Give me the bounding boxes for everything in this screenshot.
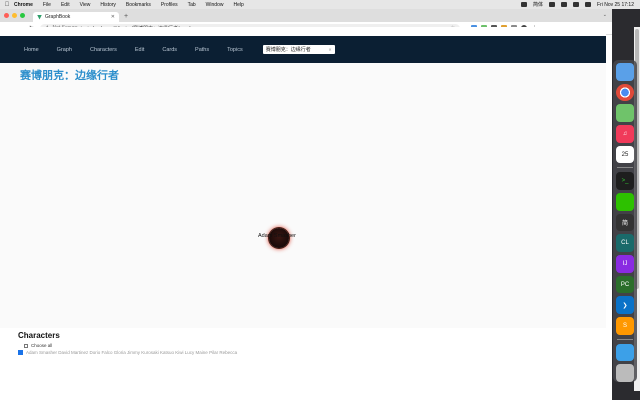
topic-search-select[interactable]: 赛博朋克：边缘行者 ✕ [262, 45, 335, 54]
control-center-icon[interactable] [585, 2, 592, 7]
menu-help[interactable]: Help [233, 2, 243, 8]
sublime-icon[interactable]: S [616, 317, 634, 335]
tab-search-chevron-icon[interactable]: ⌄ [603, 12, 607, 18]
topic-search-value: 赛博朋克：边缘行者 [265, 47, 311, 53]
calendar-icon[interactable]: 25 [616, 145, 634, 164]
wifi-icon[interactable] [561, 2, 568, 7]
trash-icon[interactable] [616, 364, 634, 383]
choose-all-label[interactable]: Choose all [31, 343, 52, 348]
finder-icon[interactable] [616, 63, 634, 81]
chrome-icon[interactable] [616, 83, 634, 102]
terminal-icon[interactable]: >_ [616, 172, 634, 191]
clion-icon[interactable]: CL [616, 234, 634, 253]
graph-canvas[interactable]: Adam Smasher [0, 80, 606, 324]
tab-close-icon[interactable]: ✕ [111, 14, 115, 20]
tray-icon-1[interactable] [549, 2, 556, 7]
macos-menu-bar:  Chrome File Edit View History Bookmark… [0, 0, 640, 9]
character-checkbox[interactable] [18, 350, 23, 355]
dock-separator [617, 167, 633, 169]
wechat-icon[interactable] [616, 193, 634, 211]
nav-paths[interactable]: Paths [195, 47, 209, 53]
menu-file[interactable]: File [43, 2, 51, 8]
vscode-icon[interactable]: ❯ [616, 296, 634, 315]
close-window-button[interactable] [4, 13, 9, 18]
nav-cards[interactable]: Cards [162, 47, 177, 53]
input-method-icon[interactable]: 简 [616, 213, 634, 232]
site-navbar: Home Graph Characters Edit Cards Paths T… [0, 36, 606, 63]
menu-history[interactable]: History [100, 2, 116, 8]
status-tray: 简体 Fri Nov 25 17:12 [521, 0, 634, 9]
music-icon[interactable]: ♫ [616, 125, 634, 143]
maps-icon[interactable] [616, 104, 634, 123]
tab-bar: GraphBook ✕ + ⌄ [0, 9, 612, 22]
new-tab-button[interactable]: + [124, 12, 128, 22]
input-method-label[interactable]: 简体 [533, 1, 543, 8]
menu-view[interactable]: View [80, 2, 91, 8]
graphbook-favicon-icon [37, 14, 42, 20]
clear-search-icon[interactable]: ✕ [328, 47, 331, 52]
nav-characters[interactable]: Characters [90, 47, 117, 53]
menu-profiles[interactable]: Profiles [161, 2, 178, 8]
web-page: Home Graph Characters Edit Cards Paths T… [0, 27, 606, 391]
pycharm-icon[interactable]: PC [616, 275, 634, 294]
character-list-text[interactable]: Adam Smasher David Martinez Dorio Falco … [26, 350, 237, 355]
characters-section: Characters Choose all Adam Smasher David… [0, 328, 606, 391]
menu-edit[interactable]: Edit [61, 2, 70, 8]
character-checkbox-list: Adam Smasher David Martinez Dorio Falco … [18, 350, 598, 355]
nav-topics[interactable]: Topics [227, 47, 243, 53]
main-content: 赛博朋克：边缘行者 Adam Smasher ↖ Characters Choo… [0, 63, 606, 391]
nav-graph[interactable]: Graph [57, 47, 72, 53]
tray-app-icon[interactable] [521, 2, 528, 7]
intellij-icon[interactable]: IJ [616, 255, 634, 273]
graph-node-label: Adam Smasher [258, 233, 296, 239]
tab-title: GraphBook [45, 14, 71, 20]
search-icon[interactable] [573, 2, 580, 7]
menu-bookmarks[interactable]: Bookmarks [126, 2, 151, 8]
nav-home[interactable]: Home [24, 47, 39, 53]
apple-menu-icon[interactable]:  [0, 2, 14, 8]
minimize-window-button[interactable] [12, 13, 17, 18]
dock-separator-2 [617, 338, 633, 340]
macos-dock: ♫ 25 >_ 简 CL IJ PC ❯ S [613, 60, 637, 383]
menu-chrome[interactable]: Chrome [14, 2, 33, 8]
window-controls [4, 9, 25, 22]
choose-all-row: Choose all [18, 343, 606, 348]
menu-tab[interactable]: Tab [188, 2, 196, 8]
nav-edit[interactable]: Edit [135, 47, 144, 53]
choose-all-checkbox[interactable] [24, 343, 28, 348]
browser-tab-active[interactable]: GraphBook ✕ [33, 12, 119, 22]
clock[interactable]: Fri Nov 25 17:12 [597, 2, 634, 8]
downloads-icon[interactable] [616, 343, 634, 362]
characters-heading: Characters [18, 331, 60, 340]
menu-window[interactable]: Window [206, 2, 224, 8]
maximize-window-button[interactable] [20, 13, 25, 18]
